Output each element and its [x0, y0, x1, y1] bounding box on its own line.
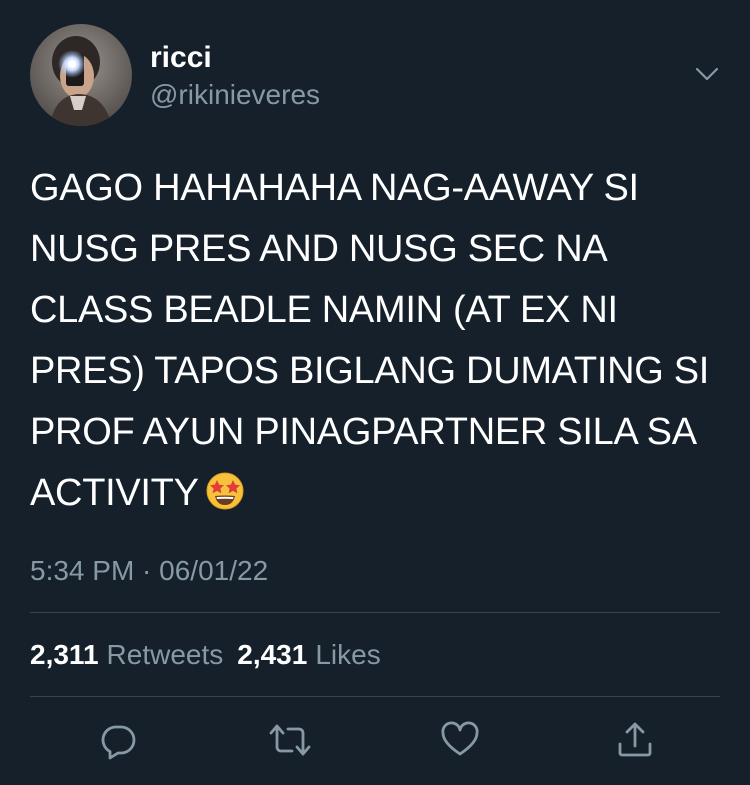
likes-label: Likes [315, 639, 381, 670]
retweets-count: 2,311 [30, 639, 99, 670]
display-name[interactable]: ricci [150, 40, 212, 76]
profile-photo-icon [30, 24, 132, 126]
likes-link[interactable]: 2,431 Likes [237, 639, 394, 670]
engagement-stats: 2,311 Retweets 2,431 Likes [30, 637, 395, 673]
user-handle[interactable]: @rikinieveres [150, 78, 320, 112]
retweet-icon [269, 724, 311, 756]
avatar[interactable] [30, 24, 132, 126]
share-button[interactable] [611, 716, 659, 764]
tweet-text: GAGO HAHAHAHA NAG-AAWAY SI NUSG PRES AND… [30, 158, 730, 524]
tweet-text-line-last: ACTIVITY [30, 463, 730, 524]
tweet-text-line: PRES) TAPOS BIGLANG DUMATING SI [30, 350, 710, 392]
divider [30, 696, 720, 697]
tweet-text-line: GAGO HAHAHAHA NAG-AAWAY SI [30, 167, 639, 209]
reply-icon [101, 725, 136, 760]
tweet-text-line: CLASS BEADLE NAMIN (AT EX NI [30, 289, 618, 331]
reply-button[interactable] [94, 716, 142, 764]
retweets-link[interactable]: 2,311 Retweets [30, 639, 237, 670]
retweet-button[interactable] [266, 716, 314, 764]
share-icon [618, 722, 652, 757]
retweets-label: Retweets [106, 639, 224, 670]
divider [30, 612, 720, 613]
heart-icon [441, 721, 479, 756]
tweet-text-line: ACTIVITY [30, 472, 199, 514]
chevron-down-icon[interactable] [692, 62, 722, 86]
tweet-detail: ricci @rikinieveres GAGO HAHAHAHA NAG-AA… [0, 0, 750, 785]
tweet-text-line: NUSG PRES AND NUSG SEC NA [30, 228, 608, 270]
star-struck-emoji-icon [205, 469, 245, 510]
action-bar [0, 716, 750, 766]
like-button[interactable] [436, 716, 484, 764]
tweet-timestamp[interactable]: 5:34 PM · 06/01/22 [30, 553, 268, 589]
tweet-text-line: PROF AYUN PINAGPARTNER SILA SA [30, 411, 697, 453]
likes-count: 2,431 [237, 639, 308, 670]
